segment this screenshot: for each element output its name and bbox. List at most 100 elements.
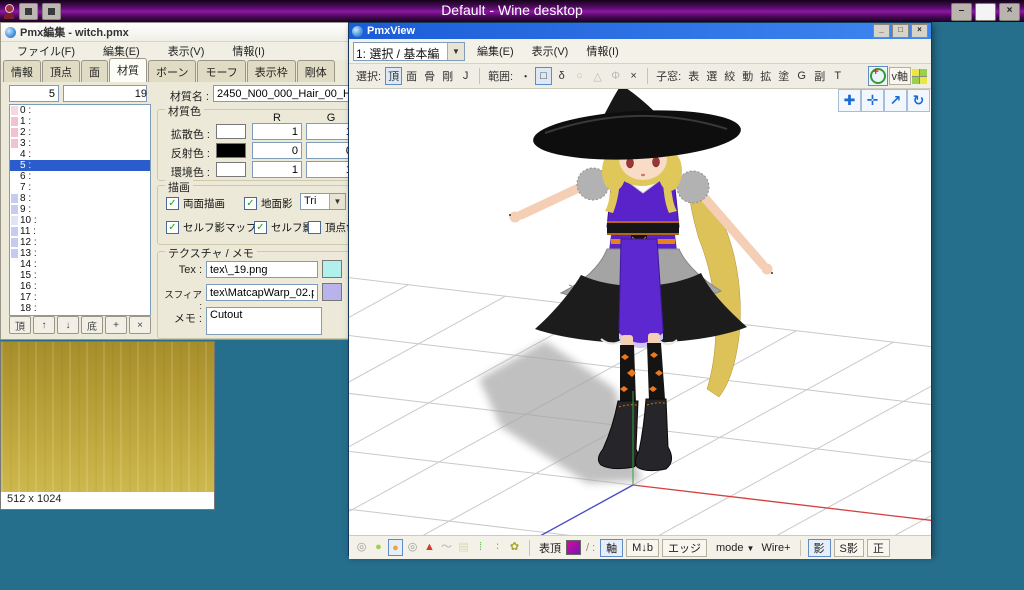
menu-view[interactable]: 表示(V) bbox=[162, 41, 211, 61]
axis-toggle-button[interactable]: 軸 bbox=[600, 539, 623, 557]
view-menu-view[interactable]: 表示(V) bbox=[526, 41, 575, 61]
checkbox-selfshadow[interactable]: ✓ セルフ影 bbox=[254, 220, 313, 235]
tab-2[interactable]: 面 bbox=[81, 60, 108, 82]
bars-icon[interactable]: ▤ bbox=[456, 539, 471, 556]
material-row[interactable]: 2 : bbox=[10, 127, 150, 138]
material-row[interactable]: 8 : bbox=[10, 193, 150, 204]
desktop-close-button[interactable]: × bbox=[999, 3, 1020, 21]
tab-1[interactable]: 頂点 bbox=[42, 60, 80, 82]
mode-dropdown[interactable]: mode ▼ bbox=[716, 542, 755, 554]
material-row[interactable]: 15 : bbox=[10, 270, 150, 281]
checkbox-box[interactable]: ✓ bbox=[166, 197, 179, 210]
child-window-button-1[interactable]: 選 bbox=[703, 67, 720, 85]
material-row[interactable]: 7 : bbox=[10, 182, 150, 193]
quad-view-button[interactable] bbox=[912, 69, 927, 84]
child-window-button-8[interactable]: T bbox=[829, 67, 846, 85]
v-axis-button[interactable]: v軸 bbox=[889, 67, 912, 85]
view-menu-edit[interactable]: 編集(E) bbox=[471, 41, 520, 61]
material-row[interactable]: 14 : bbox=[10, 259, 150, 270]
range-button-2[interactable]: δ bbox=[553, 67, 570, 85]
range-button-1[interactable]: □ bbox=[535, 67, 552, 85]
tab-7[interactable]: 剛体 bbox=[297, 60, 335, 82]
ambient-r-field[interactable] bbox=[252, 161, 302, 178]
material-row[interactable]: 5 : bbox=[10, 160, 150, 171]
checkbox-box[interactable]: ✓ bbox=[254, 221, 267, 234]
select-button-0[interactable]: 頂 bbox=[385, 67, 402, 85]
select-button-2[interactable]: 骨 bbox=[421, 67, 438, 85]
child-window-button-6[interactable]: G bbox=[793, 67, 810, 85]
list-button-1[interactable]: ↑ bbox=[33, 316, 55, 334]
menu-file[interactable]: ファイル(F) bbox=[11, 41, 81, 61]
material-name-field[interactable] bbox=[213, 85, 359, 102]
target-icon[interactable]: ◎ bbox=[354, 539, 369, 556]
tab-3[interactable]: 材質 bbox=[109, 58, 147, 82]
list-button-0[interactable]: 頂 bbox=[9, 316, 31, 334]
memo-field[interactable]: Cutout bbox=[206, 307, 322, 335]
range-button-4[interactable]: △ bbox=[589, 67, 606, 85]
green-dots-icon[interactable]: ⁞ bbox=[473, 539, 488, 556]
desktop-minimize-button[interactable]: – bbox=[951, 3, 972, 21]
sphere-field[interactable] bbox=[206, 284, 318, 301]
specular-swatch[interactable] bbox=[216, 143, 246, 158]
view-close-button[interactable]: × bbox=[911, 24, 928, 38]
range-button-5[interactable]: Φ bbox=[607, 67, 624, 85]
rotate-icon[interactable]: ↻ bbox=[907, 89, 930, 112]
material-row[interactable]: 13 : bbox=[10, 248, 150, 259]
material-row[interactable]: 11 : bbox=[10, 226, 150, 237]
ambient-swatch[interactable] bbox=[216, 162, 246, 177]
zoom-icon[interactable]: ↗ bbox=[884, 89, 907, 112]
material-row[interactable]: 18 : bbox=[10, 303, 150, 314]
menu-info[interactable]: 情報(I) bbox=[226, 41, 270, 61]
target2-icon[interactable]: ◎ bbox=[405, 539, 420, 556]
tab-0[interactable]: 情報 bbox=[3, 60, 41, 82]
child-window-button-3[interactable]: 動 bbox=[739, 67, 756, 85]
child-window-button-0[interactable]: 表 bbox=[685, 67, 702, 85]
material-row[interactable]: 12 : bbox=[10, 237, 150, 248]
edit-mode-dropdown[interactable]: 1: 選択 / 基本編 ▼ bbox=[353, 42, 465, 61]
wire-mode-button[interactable]: Wire+ bbox=[761, 542, 790, 554]
list-button-3[interactable]: 底 bbox=[81, 316, 103, 334]
edge-toggle-button[interactable]: エッジ bbox=[662, 539, 707, 557]
flower-icon[interactable]: ✿ bbox=[507, 539, 522, 556]
vertex-color-swatch[interactable] bbox=[566, 540, 581, 555]
front-view-button[interactable]: 正 bbox=[867, 539, 890, 557]
range-button-0[interactable]: ・ bbox=[517, 67, 534, 85]
checkbox-double-sided[interactable]: ✓ 両面描画 bbox=[166, 196, 225, 211]
red-triangle-icon[interactable]: ▲ bbox=[422, 539, 437, 556]
tab-4[interactable]: ボーン bbox=[148, 60, 196, 82]
material-row[interactable]: 10 : bbox=[10, 215, 150, 226]
child-window-button-4[interactable]: 拡 bbox=[757, 67, 774, 85]
material-row[interactable]: 4 : bbox=[10, 149, 150, 160]
view-menu-info[interactable]: 情報(I) bbox=[580, 41, 624, 61]
checkbox-box[interactable]: ✓ bbox=[244, 197, 257, 210]
list-button-2[interactable]: ↓ bbox=[57, 316, 79, 334]
pmx-view-titlebar[interactable]: PmxView _ □ × bbox=[349, 23, 931, 39]
view-maximize-button[interactable]: □ bbox=[892, 24, 909, 38]
material-row[interactable]: 3 : bbox=[10, 138, 150, 149]
green-colon-icon[interactable]: ∶ bbox=[490, 539, 505, 556]
select-button-4[interactable]: J bbox=[457, 67, 474, 85]
select-button-3[interactable]: 剛 bbox=[439, 67, 456, 85]
tab-6[interactable]: 表示枠 bbox=[247, 60, 296, 82]
sphere-swatch[interactable] bbox=[322, 283, 342, 301]
checkbox-box[interactable] bbox=[308, 221, 321, 234]
checkbox-ground-shadow[interactable]: ✓ 地面影 bbox=[244, 196, 293, 211]
desktop-maximize-button[interactable] bbox=[975, 3, 996, 21]
child-window-button-7[interactable]: 副 bbox=[811, 67, 828, 85]
material-index-field[interactable] bbox=[9, 85, 59, 102]
tri-dropdown[interactable]: Tri ▼ bbox=[300, 193, 346, 210]
viewport-3d[interactable]: ✚✛↗↻ bbox=[349, 89, 931, 535]
child-window-button-5[interactable]: 塗 bbox=[775, 67, 792, 85]
shadow-toggle-button[interactable]: 影 bbox=[808, 539, 831, 557]
orange-dot-icon[interactable]: ● bbox=[388, 539, 403, 556]
select-button-1[interactable]: 面 bbox=[403, 67, 420, 85]
diffuse-r-field[interactable] bbox=[252, 123, 302, 140]
diffuse-swatch[interactable] bbox=[216, 124, 246, 139]
tex-swatch[interactable] bbox=[322, 260, 342, 278]
list-button-4[interactable]: + bbox=[105, 316, 127, 334]
material-row[interactable]: 9 : bbox=[10, 204, 150, 215]
self-shadow-toggle-button[interactable]: S影 bbox=[834, 539, 864, 557]
tab-5[interactable]: モーフ bbox=[197, 60, 245, 82]
checkbox-selfshadow-map[interactable]: ✓ セルフ影マップ bbox=[166, 220, 257, 235]
range-button-6[interactable]: × bbox=[625, 67, 642, 85]
